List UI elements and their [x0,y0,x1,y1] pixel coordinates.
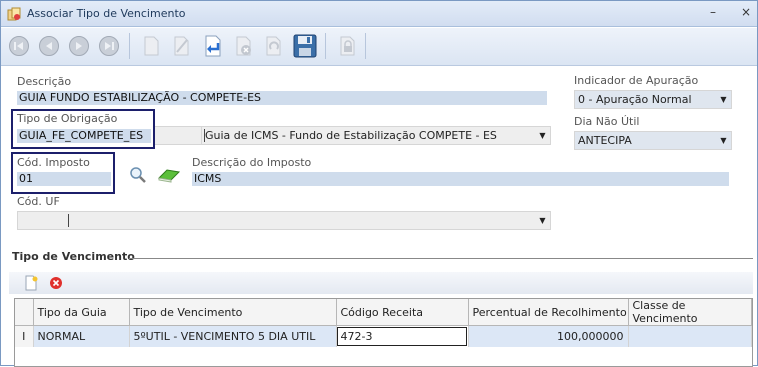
tipo-obrigacao-select[interactable]: Guia de ICMS - Fundo de Estabilização CO… [201,126,551,145]
previous-record-button[interactable] [35,32,63,60]
tipo-vencimento-grid: Tipo da Guia Tipo de Vencimento Código R… [14,298,753,367]
delete-row-button[interactable] [49,276,63,290]
previous-icon [39,36,59,56]
table-row[interactable]: I NORMAL 5ºUTIL - VENCIMENTO 5 DIA UTIL … [15,325,752,347]
row-indicator[interactable]: I [15,325,34,347]
tipo-obrigacao-code-field[interactable]: GUIA_FE_COMPETE_ES [17,129,151,143]
combo-divider [68,214,69,227]
confirm-button[interactable] [199,32,227,60]
add-row-button[interactable] [23,275,39,291]
clear-imposto-button[interactable] [157,166,181,184]
column-header-tipo-vencimento[interactable]: Tipo de Vencimento [129,299,337,326]
close-button[interactable]: × [738,6,754,20]
cell-classe-vencimento[interactable] [628,325,752,347]
next-record-button[interactable] [65,32,93,60]
column-header-classe-vencimento[interactable]: Classe de Vencimento [628,299,752,326]
column-header-tipo-guia[interactable]: Tipo da Guia [33,299,130,326]
new-document-icon [25,275,38,291]
chevron-down-icon[interactable]: ▼ [535,127,550,144]
descricao-field[interactable]: GUIA FUNDO ESTABILIZAÇÃO - COMPETE-ES [17,91,547,105]
eraser-icon [157,169,181,183]
cancel-record-button[interactable] [229,32,257,60]
tipo-obrigacao-combo-left [155,126,201,145]
app-icon [7,7,21,21]
section-divider [129,258,753,259]
tipo-obrigacao-label: Tipo de Obrigação [17,112,118,125]
minimize-button[interactable]: – [705,6,721,20]
save-disk-icon [293,34,317,58]
grid-toolbar [9,272,753,294]
cod-imposto-label: Cód. Imposto [17,156,90,169]
toolbar-separator [365,33,366,59]
cod-uf-label: Cód. UF [17,195,60,208]
undo-icon [266,36,281,56]
cod-uf-select[interactable]: ▼ [17,211,551,230]
chevron-down-icon[interactable]: ▼ [716,132,731,149]
main-toolbar [1,28,757,66]
dia-nao-util-value: ANTECIPA [578,134,632,147]
title-bar: Associar Tipo de Vencimento – × [1,1,757,27]
next-icon [69,36,89,56]
row-header-corner [15,299,34,326]
column-header-codigo-receita[interactable]: Código Receita [336,299,469,326]
associar-tipo-vencimento-window: Associar Tipo de Vencimento – × Descriçã… [0,0,758,367]
search-imposto-button[interactable] [128,165,148,185]
last-icon [99,36,119,56]
last-record-button[interactable] [95,32,123,60]
confirm-arrow-icon [205,35,221,57]
dia-nao-util-select[interactable]: ANTECIPA ▼ [574,131,732,150]
descricao-imposto-field[interactable]: ICMS [192,172,729,186]
combo-divider [204,129,205,142]
search-icon [130,167,146,183]
dia-nao-util-label: Dia Não Útil [574,115,640,128]
cell-tipo-vencimento[interactable]: 5ºUTIL - VENCIMENTO 5 DIA UTIL [129,325,337,347]
tipo-vencimento-table: Tipo da Guia Tipo de Vencimento Código R… [15,299,752,347]
delete-icon [50,277,62,289]
lock-button[interactable] [333,32,361,60]
new-record-button[interactable] [137,32,165,60]
new-document-icon [144,36,159,56]
lock-icon [340,36,355,56]
tipo-vencimento-section-title: Tipo de Vencimento [12,250,135,263]
cell-tipo-guia[interactable]: NORMAL [33,325,130,347]
edit-record-button[interactable] [167,32,195,60]
indicador-apuracao-select[interactable]: 0 - Apuração Normal ▼ [574,90,732,109]
edit-icon [174,36,189,56]
descricao-label: Descrição [17,75,72,88]
undo-button[interactable] [259,32,287,60]
window-title: Associar Tipo de Vencimento [27,7,186,20]
cell-codigo-receita-editor[interactable]: 472-3 [336,325,469,347]
first-icon [9,36,29,56]
toolbar-separator [129,33,130,59]
save-button[interactable] [291,32,319,60]
cancel-icon [236,36,251,56]
first-record-button[interactable] [5,32,33,60]
indicador-apuracao-value: 0 - Apuração Normal [578,93,692,106]
descricao-imposto-label: Descrição do Imposto [192,156,312,169]
chevron-down-icon[interactable]: ▼ [535,212,550,229]
cod-imposto-field[interactable]: 01 [17,172,111,186]
tipo-obrigacao-description: Guia de ICMS - Fundo de Estabilização CO… [205,129,497,142]
indicador-apuracao-label: Indicador de Apuração [574,74,699,87]
toolbar-separator [325,33,326,59]
chevron-down-icon[interactable]: ▼ [716,91,731,108]
cell-percentual[interactable]: 100,000000 [468,325,629,347]
column-header-percentual[interactable]: Percentual de Recolhimento [468,299,629,326]
